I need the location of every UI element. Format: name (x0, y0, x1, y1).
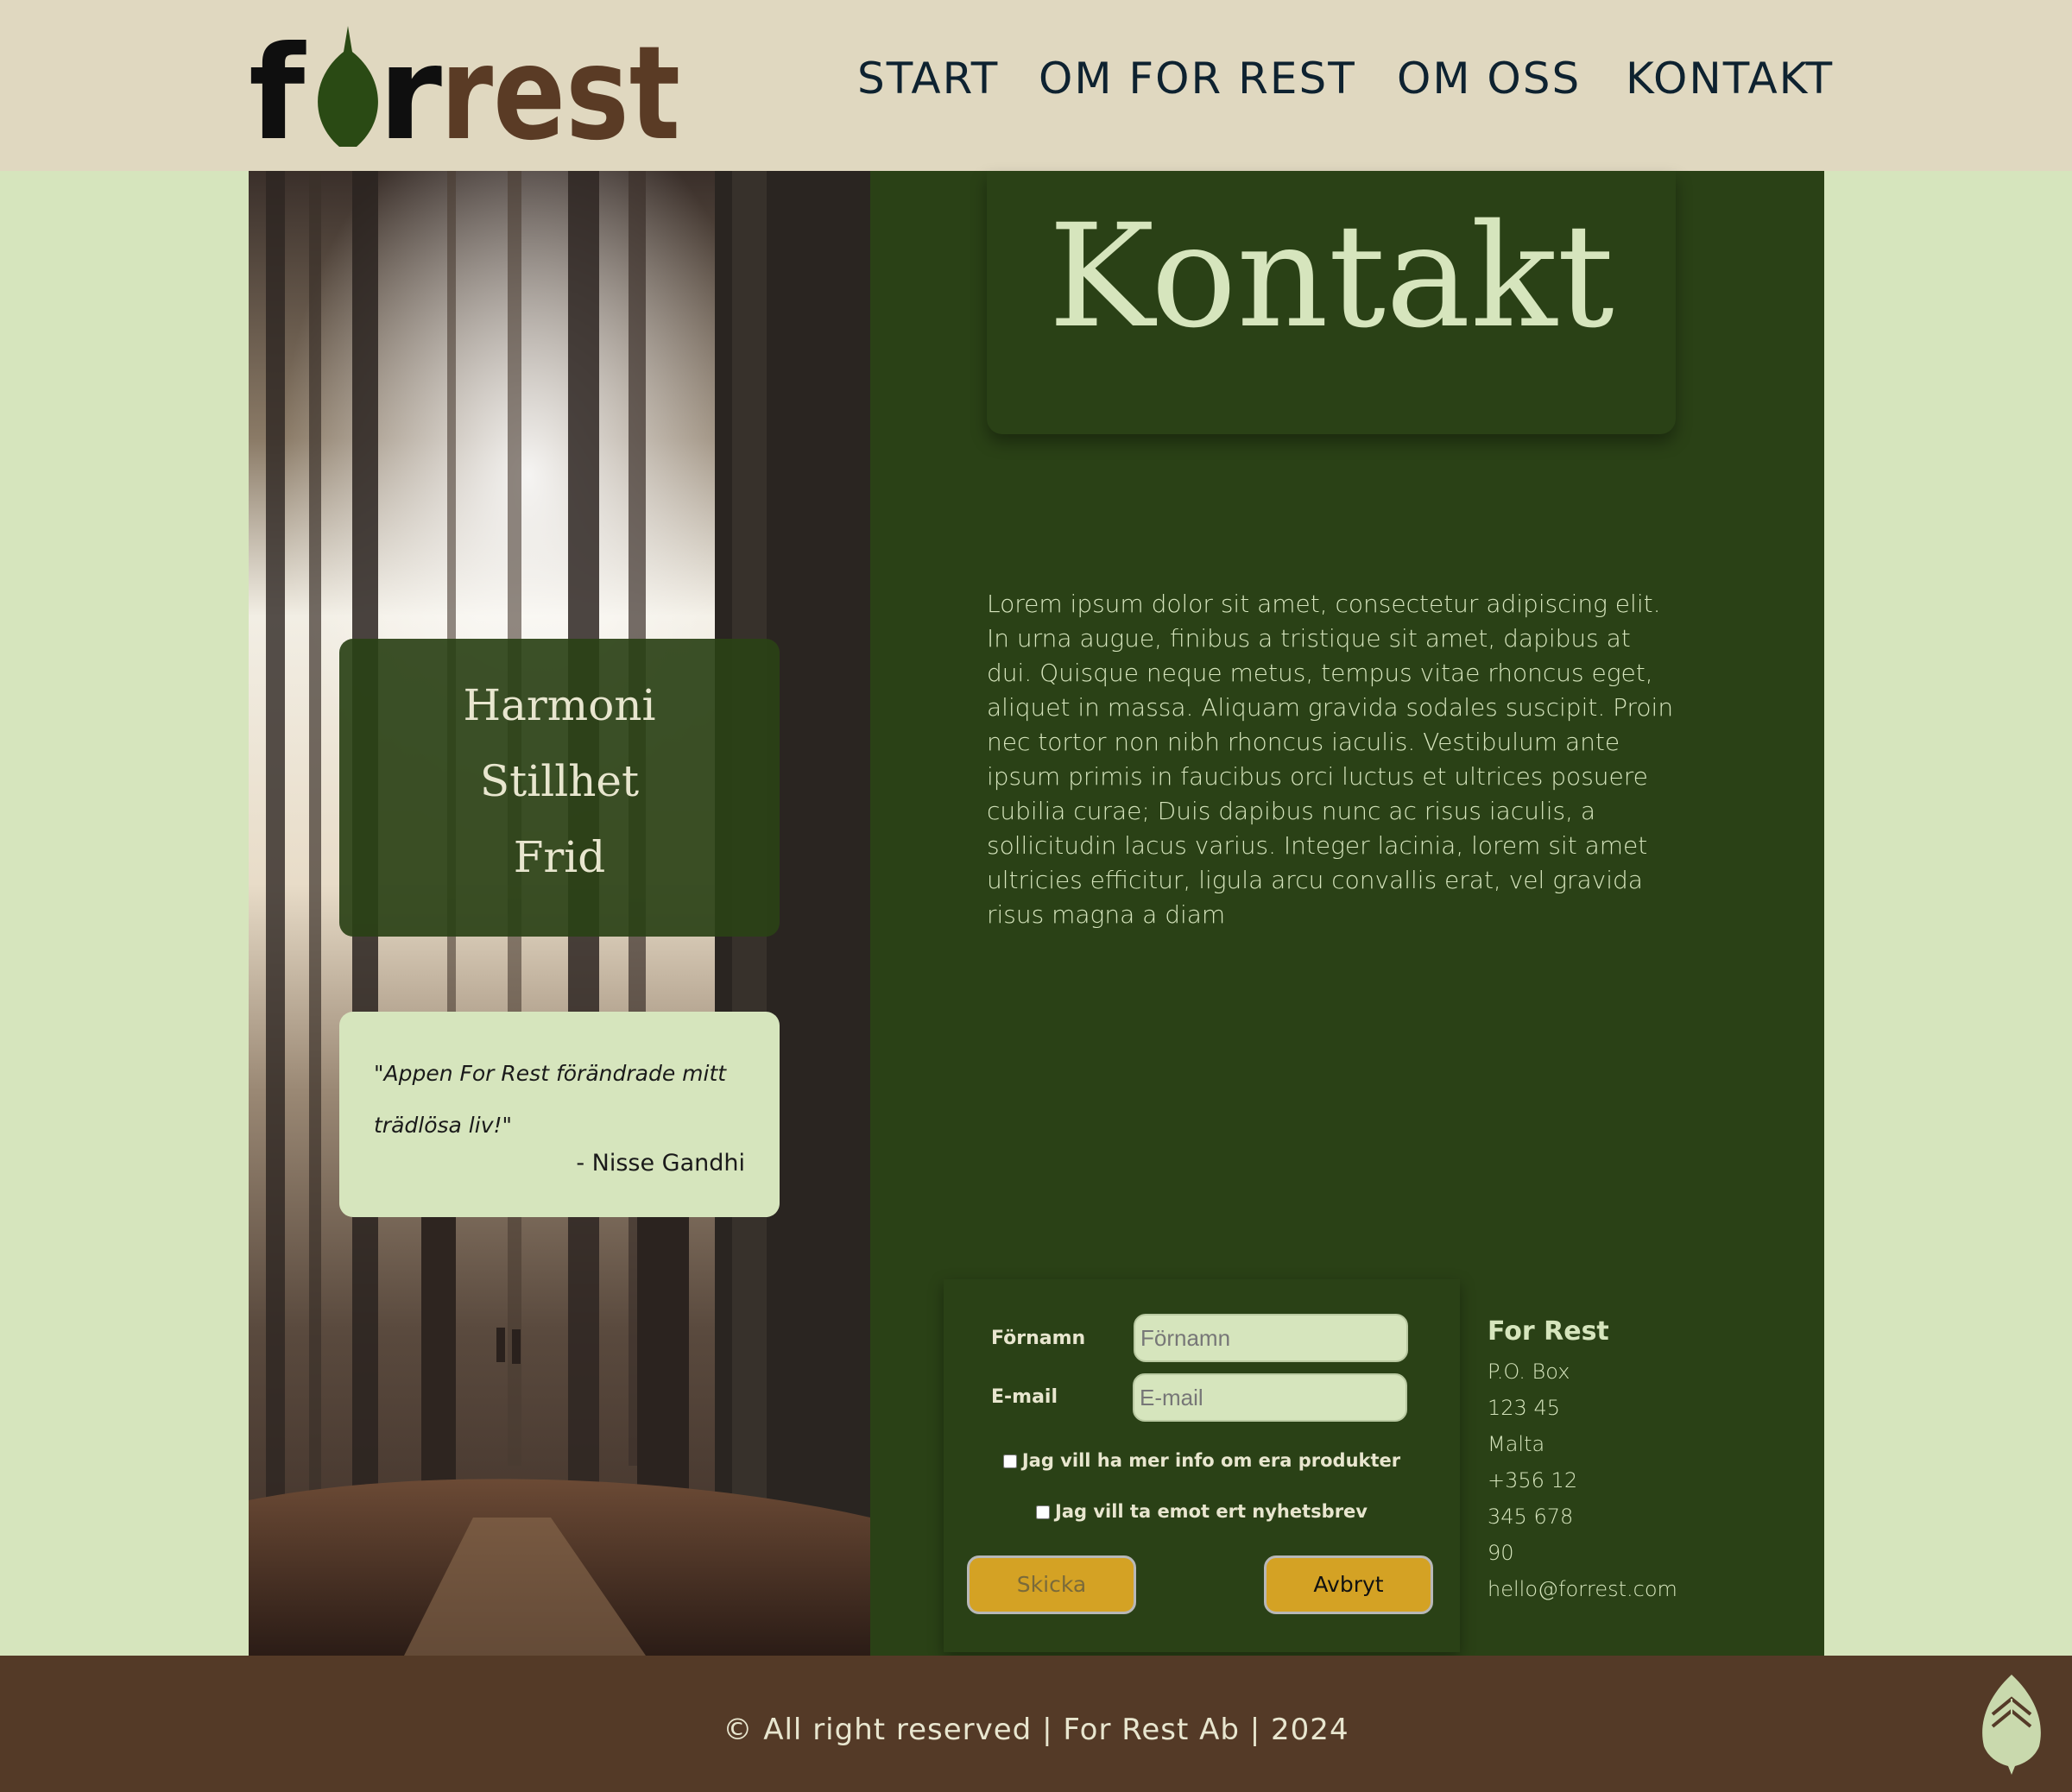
address-line: P.O. Box (1488, 1360, 1570, 1384)
company-name: For Rest (1488, 1316, 1609, 1347)
frid-word: Frid (513, 832, 606, 882)
products-check-row: Jag vill ha mer info om era produkter (944, 1450, 1460, 1471)
intro-text: Lorem ipsum dolor sit amet, consectetur … (987, 590, 1674, 929)
phone-line: 90 (1488, 1541, 1514, 1565)
firstname-label: Förnamn (991, 1328, 1086, 1349)
products-checkbox-label: Jag vill ha mer info om era produkter (1021, 1450, 1401, 1471)
cancel-button[interactable]: Avbryt (1264, 1555, 1433, 1614)
phone-line: 345 678 (1488, 1505, 1574, 1529)
scroll-top-icon (1982, 1675, 2041, 1775)
main-nav: START OM FOR REST OM OSS KONTAKT (0, 54, 2072, 123)
firstname-input[interactable] (1134, 1314, 1408, 1362)
address-line: Malta (1488, 1432, 1545, 1456)
address-block: For Rest P.O. Box 123 45 Malta +356 12 3… (1488, 1316, 1695, 1607)
nav-kontakt[interactable]: KONTAKT (1626, 54, 1834, 104)
email-address[interactable]: hello@forrest.com (1488, 1571, 1695, 1607)
nav-om-for-rest[interactable]: OM FOR REST (1039, 54, 1356, 104)
testimonial-quote: "Appen For Rest förändrade mitt trädlösa… (374, 1061, 727, 1138)
page-title: Kontakt (1048, 193, 1614, 359)
products-checkbox[interactable] (1002, 1454, 1017, 1468)
title-card: Kontakt (987, 171, 1676, 434)
email-label: E-mail (991, 1386, 1058, 1408)
harmony-word: Harmoni (463, 680, 656, 730)
testimonial-author: - Nisse Gandhi (576, 1150, 745, 1177)
scroll-top-button[interactable] (1977, 1673, 2046, 1775)
nav-om-oss[interactable]: OM OSS (1397, 54, 1581, 104)
address-line: 123 45 (1488, 1396, 1560, 1420)
newsletter-checkbox-label: Jag vill ta emot ert nyhetsbrev (1055, 1501, 1368, 1522)
email-input[interactable] (1133, 1373, 1407, 1422)
copyright-text: © All right reserved | For Rest Ab | 202… (723, 1713, 1349, 1747)
testimonial-card: "Appen For Rest förändrade mitt trädlösa… (339, 1012, 780, 1217)
phone-line: +356 12 (1488, 1468, 1578, 1492)
site-footer: © All right reserved | For Rest Ab | 202… (0, 1656, 2072, 1792)
stillhet-word: Stillhet (479, 756, 640, 806)
nav-start[interactable]: START (857, 54, 999, 104)
submit-button[interactable]: Skicka (967, 1555, 1136, 1614)
newsletter-check-row: Jag vill ta emot ert nyhetsbrev (944, 1501, 1460, 1522)
newsletter-checkbox[interactable] (1036, 1505, 1050, 1519)
site-header: f r rest START OM FOR REST OM OSS KONTAK… (0, 0, 2072, 171)
harmony-card: Harmoni Stillhet Frid (339, 639, 780, 937)
contact-form: Förnamn E-mail Jag vill ha mer info om e… (944, 1279, 1460, 1652)
